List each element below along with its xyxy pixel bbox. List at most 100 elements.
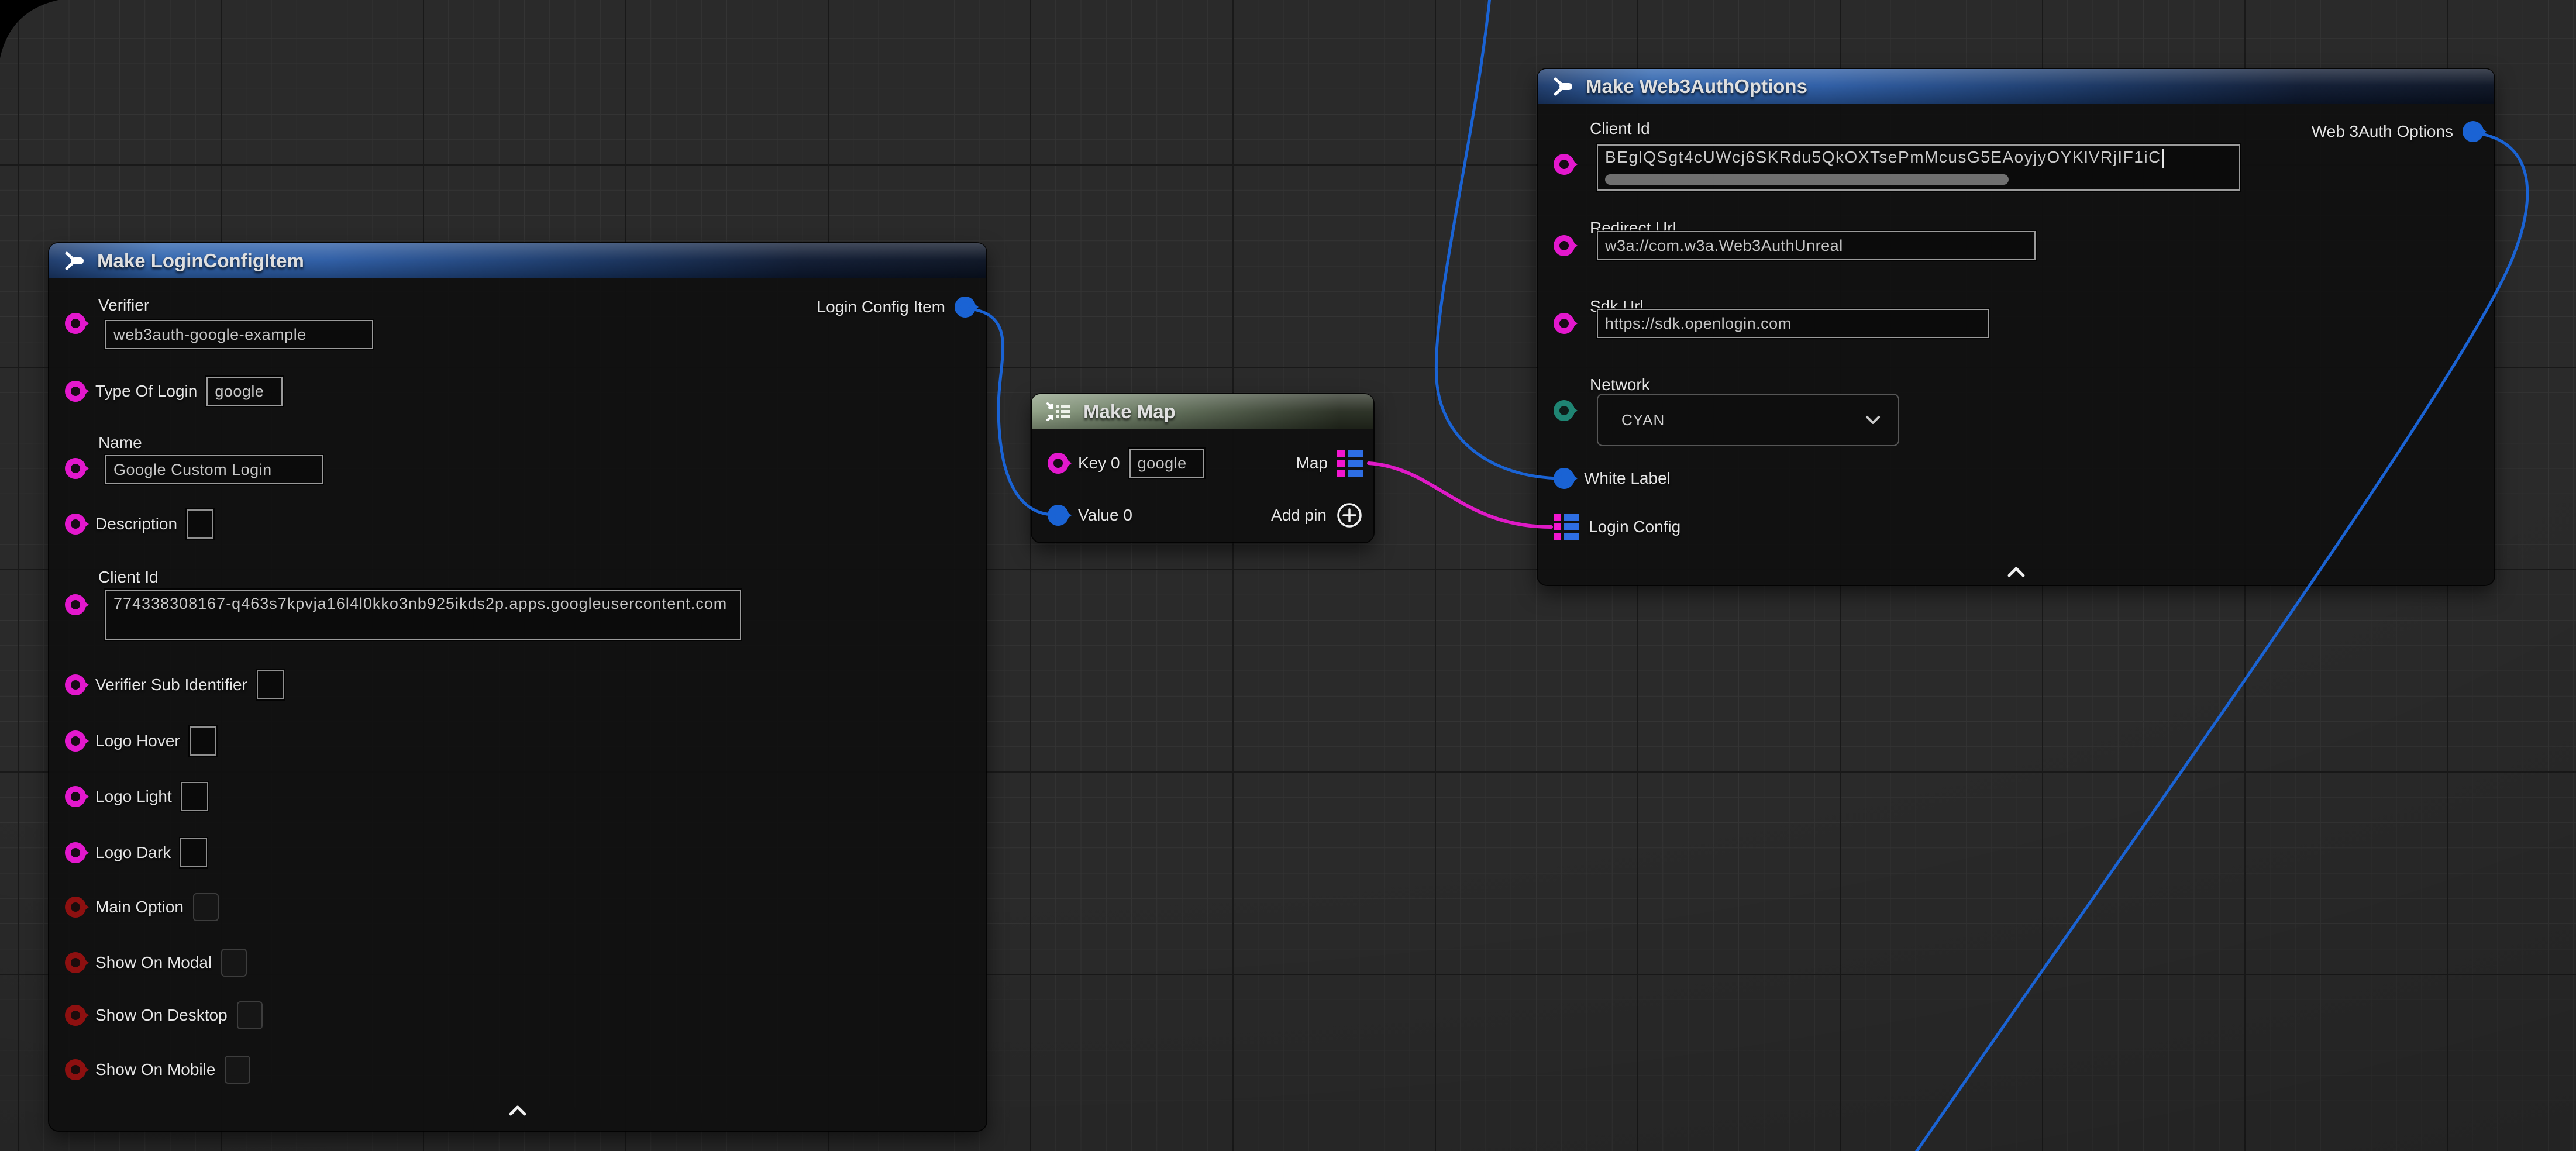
sdk-url-value-field[interactable] <box>1597 309 1989 338</box>
redirect-url-value-field[interactable] <box>1597 231 2036 260</box>
node-make-loginconfigitem[interactable]: Make LoginConfigItem Login Config Item V… <box>49 243 986 1131</box>
collapse-chevron-icon <box>508 1105 528 1116</box>
input-pin-login-config[interactable] <box>1554 514 1579 540</box>
logo-hover-value-box[interactable] <box>190 726 216 756</box>
horizontal-scrollbar[interactable] <box>1605 174 2009 185</box>
input-pin-show-on-mobile[interactable] <box>65 1059 86 1080</box>
network-label: Network <box>1590 375 1650 394</box>
node-header-make-map[interactable]: Make Map <box>1032 394 1373 429</box>
show-on-mobile-row: Show On Mobile <box>65 1056 250 1084</box>
client-id-value-field[interactable]: 774338308167-q463s7kpvja16l4l0kko3nb925i… <box>105 590 741 640</box>
client-id-value-text: BEglQSgt4cUWcj6SKRdu5QkOXTsePmMcusG5EAoy… <box>1605 148 2161 166</box>
logo-light-value-box[interactable] <box>181 782 208 811</box>
show-on-modal-label: Show On Modal <box>95 953 212 972</box>
show-on-desktop-label: Show On Desktop <box>95 1006 228 1025</box>
key-0-row: Key 0 <box>1048 449 1204 478</box>
map-output-row: Map <box>1296 450 1363 477</box>
output-pin-label: Login Config Item <box>817 298 945 316</box>
description-value-box[interactable] <box>187 509 213 539</box>
output-pin-map[interactable] <box>1337 450 1363 477</box>
input-pin-logo-hover[interactable] <box>65 730 86 752</box>
show-on-desktop-row: Show On Desktop <box>65 1001 263 1029</box>
name-label: Name <box>98 433 142 452</box>
input-pin-verifier-sub-identifier[interactable] <box>65 674 86 695</box>
node-make-map[interactable]: Make Map Key 0 Map Value 0 Add pin <box>1032 394 1373 542</box>
white-label-row: White Label <box>1554 468 1671 489</box>
input-pin-show-on-desktop[interactable] <box>65 1005 86 1026</box>
web3auth-options-output-label: Web 3Auth Options <box>2312 122 2453 141</box>
viewport-rounded-corner <box>0 0 129 129</box>
output-pin-web3auth-options[interactable] <box>2463 121 2484 142</box>
input-pin-sdk-url[interactable] <box>1554 313 1575 334</box>
input-pin-white-label[interactable] <box>1554 468 1575 489</box>
output-row-web3auth-options: Web 3Auth Options <box>2312 121 2484 142</box>
value-0-label: Value 0 <box>1078 506 1132 525</box>
logo-dark-value-box[interactable] <box>180 838 207 867</box>
dropdown-chevron-icon <box>1865 415 1881 425</box>
input-pin-description[interactable] <box>65 514 86 535</box>
node-make-web3authoptions[interactable]: Make Web3AuthOptions Web 3Auth Options C… <box>1538 69 2494 585</box>
verifier-sub-identifier-row: Verifier Sub Identifier <box>65 670 284 699</box>
network-dropdown[interactable]: CYAN <box>1597 394 1899 446</box>
input-pin-main-option[interactable] <box>65 897 86 918</box>
type-of-login-value-field[interactable] <box>206 377 283 406</box>
verifier-sub-identifier-label: Verifier Sub Identifier <box>95 676 247 694</box>
node-header-make-web3authoptions[interactable]: Make Web3AuthOptions <box>1538 69 2494 104</box>
collapse-pins-button[interactable] <box>500 1102 535 1119</box>
input-pin-value-0[interactable] <box>1048 505 1069 526</box>
output-pin-login-config-item[interactable] <box>955 297 976 318</box>
input-pin-name[interactable] <box>65 458 86 479</box>
input-pin-type-of-login[interactable] <box>65 381 86 402</box>
input-pin-redirect-url[interactable] <box>1554 235 1575 256</box>
login-config-label: Login Config <box>1589 518 1680 536</box>
description-label: Description <box>95 515 177 533</box>
value-0-row: Value 0 <box>1048 505 1132 526</box>
input-pin-show-on-modal[interactable] <box>65 952 86 973</box>
text-caret <box>2162 149 2164 168</box>
client-id-value-field[interactable]: BEglQSgt4cUWcj6SKRdu5QkOXTsePmMcusG5EAoy… <box>1597 144 2240 191</box>
show-on-desktop-checkbox[interactable] <box>237 1001 263 1029</box>
verifier-value-field[interactable] <box>105 320 373 349</box>
key-0-value-field[interactable] <box>1129 449 1204 478</box>
verifier-sub-identifier-value-box[interactable] <box>257 670 284 699</box>
wire-map-to-login-config[interactable] <box>1369 463 1551 527</box>
verifier-label: Verifier <box>98 296 149 315</box>
node-title: Make Map <box>1083 401 1176 423</box>
add-pin-icon[interactable] <box>1336 502 1363 529</box>
map-output-label: Map <box>1296 454 1328 473</box>
input-pin-client-id[interactable] <box>1554 154 1575 175</box>
show-on-modal-row: Show On Modal <box>65 949 247 977</box>
show-on-mobile-label: Show On Mobile <box>95 1060 215 1079</box>
logo-hover-row: Logo Hover <box>65 726 216 756</box>
login-config-row: Login Config <box>1554 514 1680 540</box>
input-pin-key-0[interactable] <box>1048 453 1069 474</box>
show-on-mobile-checkbox[interactable] <box>225 1056 250 1084</box>
main-option-checkbox[interactable] <box>193 893 219 921</box>
name-value-field[interactable] <box>105 455 323 484</box>
node-header-make-loginconfigitem[interactable]: Make LoginConfigItem <box>49 243 986 278</box>
node-title: Make Web3AuthOptions <box>1586 75 1807 98</box>
input-pin-client-id[interactable] <box>65 594 86 615</box>
logo-dark-row: Logo Dark <box>65 838 207 867</box>
input-pin-logo-dark[interactable] <box>65 842 86 863</box>
logo-dark-label: Logo Dark <box>95 843 171 862</box>
client-id-label: Client Id <box>1590 119 1650 138</box>
main-option-label: Main Option <box>95 898 184 916</box>
input-pin-logo-light[interactable] <box>65 786 86 807</box>
blueprint-graph-canvas[interactable]: Make LoginConfigItem Login Config Item V… <box>0 0 2576 1151</box>
logo-light-row: Logo Light <box>65 782 208 811</box>
show-on-modal-checkbox[interactable] <box>221 949 247 977</box>
type-of-login-row: Type Of Login <box>65 377 283 406</box>
logo-hover-label: Logo Hover <box>95 732 180 750</box>
collapse-pins-button[interactable] <box>1999 563 2034 581</box>
white-label-label: White Label <box>1584 469 1671 488</box>
make-struct-icon <box>1551 75 1574 98</box>
node-title: Make LoginConfigItem <box>97 250 304 272</box>
type-of-login-label: Type Of Login <box>95 382 197 401</box>
key-0-label: Key 0 <box>1078 454 1120 473</box>
input-pin-verifier[interactable] <box>65 313 86 334</box>
collapse-chevron-icon <box>2006 566 2026 578</box>
logo-light-label: Logo Light <box>95 787 172 806</box>
make-struct-icon <box>62 249 85 273</box>
input-pin-network[interactable] <box>1554 400 1575 421</box>
